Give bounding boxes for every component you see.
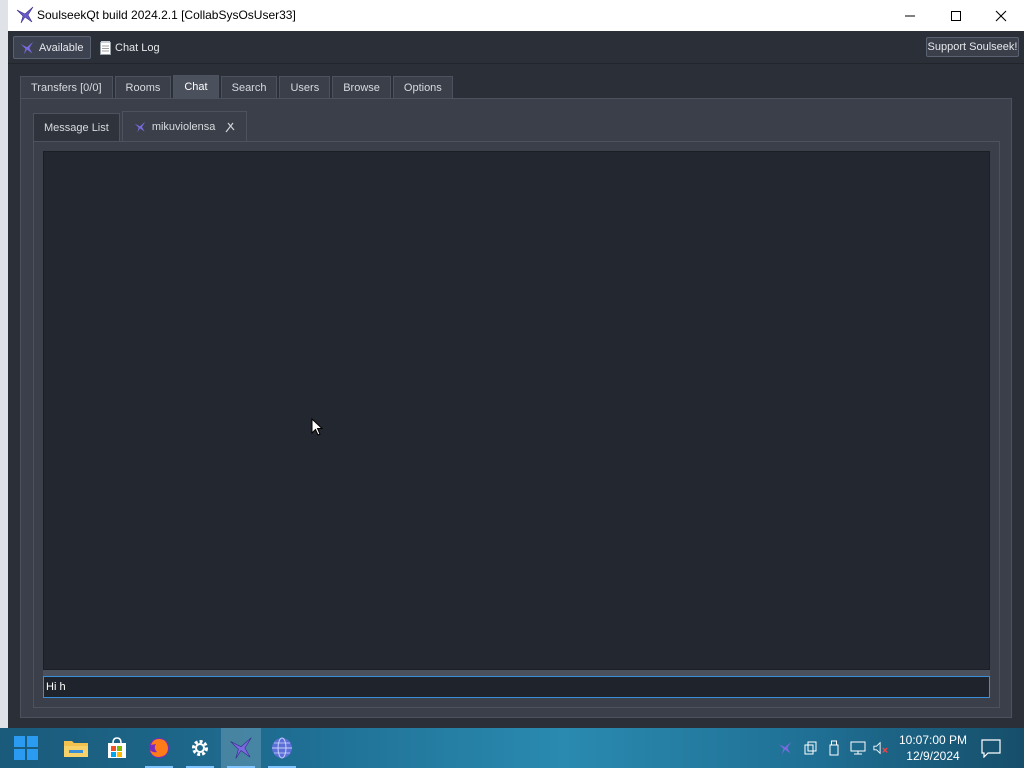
chat-panel: Message List mikuviolensa bbox=[20, 98, 1012, 718]
volume-tray-icon[interactable] bbox=[873, 740, 889, 756]
status-label: Available bbox=[39, 41, 84, 54]
soulseek-window: SoulseekQt build 2024.2.1 [CollabSysOsUs… bbox=[8, 0, 1024, 728]
store-bag-icon bbox=[108, 737, 126, 758]
gear-icon bbox=[192, 740, 208, 756]
copy-icon bbox=[804, 741, 817, 755]
start-button[interactable] bbox=[6, 728, 46, 768]
firefox-taskbar-button[interactable] bbox=[139, 728, 179, 768]
chat-log-label: Chat Log bbox=[115, 41, 160, 54]
title-bar: SoulseekQt build 2024.2.1 [CollabSysOsUs… bbox=[8, 0, 1024, 31]
globe-icon bbox=[272, 737, 292, 759]
tab-browse[interactable]: Browse bbox=[332, 76, 391, 98]
microsoft-store-taskbar-button[interactable] bbox=[97, 728, 137, 768]
usb-drive-icon bbox=[829, 740, 839, 756]
status-available-button[interactable]: Available bbox=[13, 36, 91, 59]
tab-transfers[interactable]: Transfers [0/0] bbox=[20, 76, 113, 98]
speaker-muted-icon bbox=[873, 741, 888, 755]
toolbar: Available Chat Log Support Soulseek! bbox=[8, 31, 1024, 64]
tab-message-list[interactable]: Message List bbox=[33, 113, 120, 141]
soulseek-bird-icon bbox=[778, 741, 792, 755]
clock-time: 10:07:00 PM bbox=[898, 733, 968, 747]
tab-user-chat[interactable]: mikuviolensa bbox=[121, 111, 248, 141]
task-view-tray-icon[interactable] bbox=[803, 740, 819, 756]
network-app-taskbar-button[interactable] bbox=[262, 728, 302, 768]
clock-date: 12/9/2024 bbox=[906, 749, 960, 763]
settings-taskbar-button[interactable] bbox=[180, 728, 220, 768]
desktop-background bbox=[0, 0, 8, 728]
tab-users[interactable]: Users bbox=[279, 76, 331, 98]
notification-center-icon[interactable] bbox=[980, 738, 1002, 758]
soulseek-bird-icon bbox=[16, 6, 34, 24]
chat-log-button[interactable]: Chat Log bbox=[100, 36, 160, 59]
file-explorer-taskbar-button[interactable] bbox=[56, 728, 96, 768]
soulseek-bird-icon bbox=[134, 121, 146, 132]
support-soulseek-button[interactable]: Support Soulseek! bbox=[926, 37, 1019, 57]
network-tray-icon[interactable] bbox=[850, 740, 866, 756]
windows-logo-icon bbox=[14, 736, 38, 760]
system-clock[interactable]: 10:07:00 PM 12/9/2024 bbox=[890, 732, 976, 764]
taskbar: 10:07:00 PM 12/9/2024 bbox=[0, 728, 1024, 768]
minimize-button[interactable] bbox=[887, 0, 933, 31]
mouse-cursor-icon bbox=[311, 418, 324, 436]
minimize-icon bbox=[905, 15, 915, 16]
usb-tray-icon[interactable] bbox=[826, 740, 842, 756]
close-icon bbox=[995, 10, 1007, 21]
notepad-icon bbox=[100, 40, 111, 55]
close-button[interactable] bbox=[978, 0, 1024, 31]
tab-chat[interactable]: Chat bbox=[173, 75, 219, 98]
tab-rooms[interactable]: Rooms bbox=[114, 76, 172, 98]
window-title: SoulseekQt build 2024.2.1 [CollabSysOsUs… bbox=[37, 8, 296, 22]
tab-search[interactable]: Search bbox=[220, 76, 278, 98]
chat-messages-area[interactable] bbox=[43, 151, 990, 670]
monitor-icon bbox=[850, 741, 866, 755]
chat-message-input[interactable] bbox=[43, 676, 990, 698]
folder-icon bbox=[64, 741, 88, 757]
soulseek-bird-icon bbox=[230, 737, 252, 759]
soulseek-taskbar-button[interactable] bbox=[221, 728, 261, 768]
main-tab-bar: Transfers [0/0] Rooms Chat Search Users … bbox=[20, 75, 455, 98]
chat-conversation-panel bbox=[33, 141, 1000, 708]
close-tab-icon[interactable] bbox=[224, 121, 236, 133]
message-list-label: Message List bbox=[44, 121, 109, 134]
soulseek-tray-icon[interactable] bbox=[777, 740, 793, 756]
firefox-icon bbox=[149, 738, 169, 758]
maximize-icon bbox=[951, 10, 961, 21]
chat-tab-bar: Message List mikuviolensa bbox=[33, 111, 249, 141]
maximize-button[interactable] bbox=[933, 0, 979, 31]
tab-options[interactable]: Options bbox=[392, 76, 453, 98]
soulseek-bird-icon bbox=[20, 41, 34, 54]
user-tab-label: mikuviolensa bbox=[151, 120, 216, 133]
